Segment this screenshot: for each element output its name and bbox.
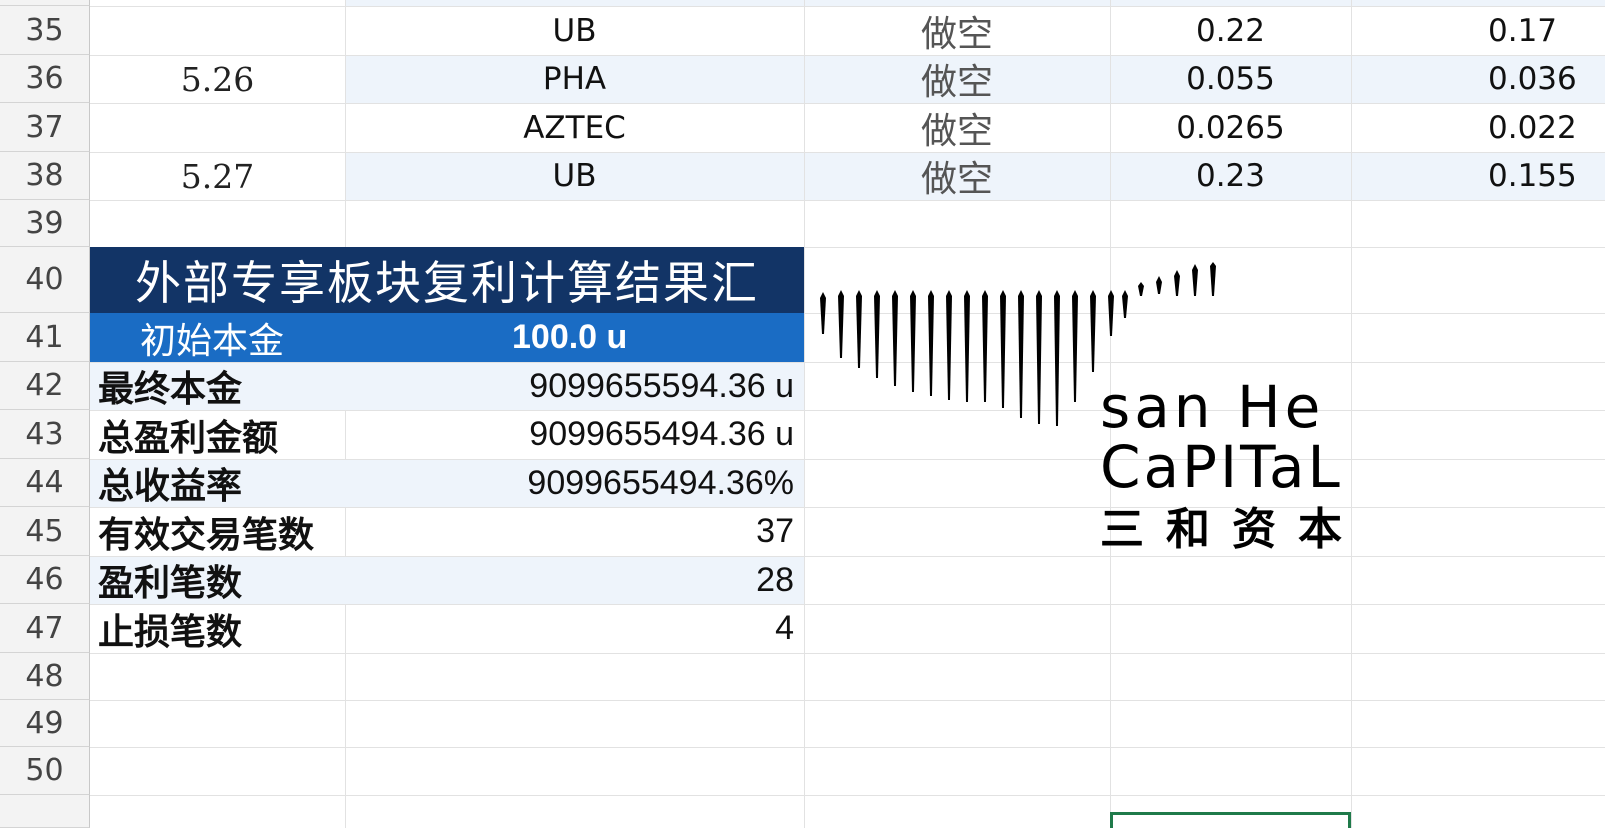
symbol-cell[interactable]: UB xyxy=(345,152,804,200)
row-header[interactable]: 47 xyxy=(0,604,90,653)
row-header[interactable]: 35 xyxy=(0,6,90,55)
row-header[interactable]: 37 xyxy=(0,103,90,152)
exit-cell[interactable]: 0.036 xyxy=(1480,55,1605,103)
row-header[interactable]: 49 xyxy=(0,700,90,747)
summary-label[interactable]: 最终本金 xyxy=(90,362,345,410)
date-cell[interactable]: 5.27 xyxy=(90,152,345,200)
date-cell[interactable]: 5.26 xyxy=(90,6,345,152)
summary-label[interactable]: 盈利笔数 xyxy=(90,556,345,604)
row-header-partial xyxy=(0,0,90,6)
summary-value[interactable]: 37 xyxy=(345,507,804,556)
active-cell-selection[interactable] xyxy=(1110,812,1351,828)
entry-cell[interactable]: 0.0265 xyxy=(1110,103,1351,152)
initial-capital-label[interactable]: 初始本金 xyxy=(90,313,490,362)
exit-cell[interactable]: 0.022 xyxy=(1480,103,1605,152)
summary-label[interactable]: 总盈利金额 xyxy=(90,410,345,459)
exit-cell[interactable]: 0.17 xyxy=(1480,6,1605,55)
spreadsheet-grid: 35 36 37 38 39 40 41 42 43 44 45 46 47 4… xyxy=(0,0,1605,828)
row-header-partial xyxy=(0,795,90,828)
summary-value[interactable]: 9099655494.36% xyxy=(345,459,804,507)
summary-value[interactable]: 4 xyxy=(345,604,804,653)
summary-value[interactable]: 9099655494.36 u xyxy=(345,410,804,459)
summary-label[interactable]: 止损笔数 xyxy=(90,604,345,653)
side-cell[interactable]: 做空 xyxy=(804,152,1110,200)
exit-cell[interactable]: 0.155 xyxy=(1480,152,1605,200)
initial-capital-value[interactable]: 100.0 u xyxy=(512,313,804,362)
row-header[interactable]: 39 xyxy=(0,200,90,247)
summary-value[interactable]: 9099655594.36 u xyxy=(345,362,804,410)
entry-cell[interactable]: 0.055 xyxy=(1110,55,1351,103)
row-header[interactable]: 38 xyxy=(0,152,90,200)
logo-line-en1: san He xyxy=(1100,373,1324,441)
entry-cell[interactable]: 0.23 xyxy=(1110,152,1351,200)
logo-line-cn: 三和资本 xyxy=(1100,504,1364,555)
row-header[interactable]: 41 xyxy=(0,313,90,362)
logo-line-en2: CaPITaL xyxy=(1100,433,1343,501)
row-header[interactable]: 36 xyxy=(0,55,90,103)
symbol-cell[interactable]: PHA xyxy=(345,55,804,103)
row-header[interactable]: 43 xyxy=(0,410,90,459)
sanhe-capital-logo[interactable]: san He CaPITaL 三和资本 xyxy=(820,262,1380,562)
summary-label[interactable]: 总收益率 xyxy=(90,459,345,507)
summary-title[interactable]: 外部专享板块复利计算结果汇 xyxy=(90,247,804,313)
row-header[interactable]: 46 xyxy=(0,556,90,604)
summary-label[interactable]: 有效交易笔数 xyxy=(90,507,345,556)
side-cell[interactable]: 做空 xyxy=(804,103,1110,152)
row-header[interactable]: 42 xyxy=(0,362,90,410)
symbol-cell[interactable]: UB xyxy=(345,6,804,55)
entry-cell[interactable]: 0.22 xyxy=(1110,6,1351,55)
side-cell[interactable]: 做空 xyxy=(804,6,1110,55)
row-header[interactable]: 40 xyxy=(0,247,90,313)
summary-value[interactable]: 28 xyxy=(345,556,804,604)
row-header[interactable]: 45 xyxy=(0,507,90,556)
row-header[interactable]: 48 xyxy=(0,653,90,700)
row-header[interactable]: 50 xyxy=(0,747,90,795)
side-cell[interactable]: 做空 xyxy=(804,55,1110,103)
row-header[interactable]: 44 xyxy=(0,459,90,507)
symbol-cell[interactable]: AZTEC xyxy=(345,103,804,152)
